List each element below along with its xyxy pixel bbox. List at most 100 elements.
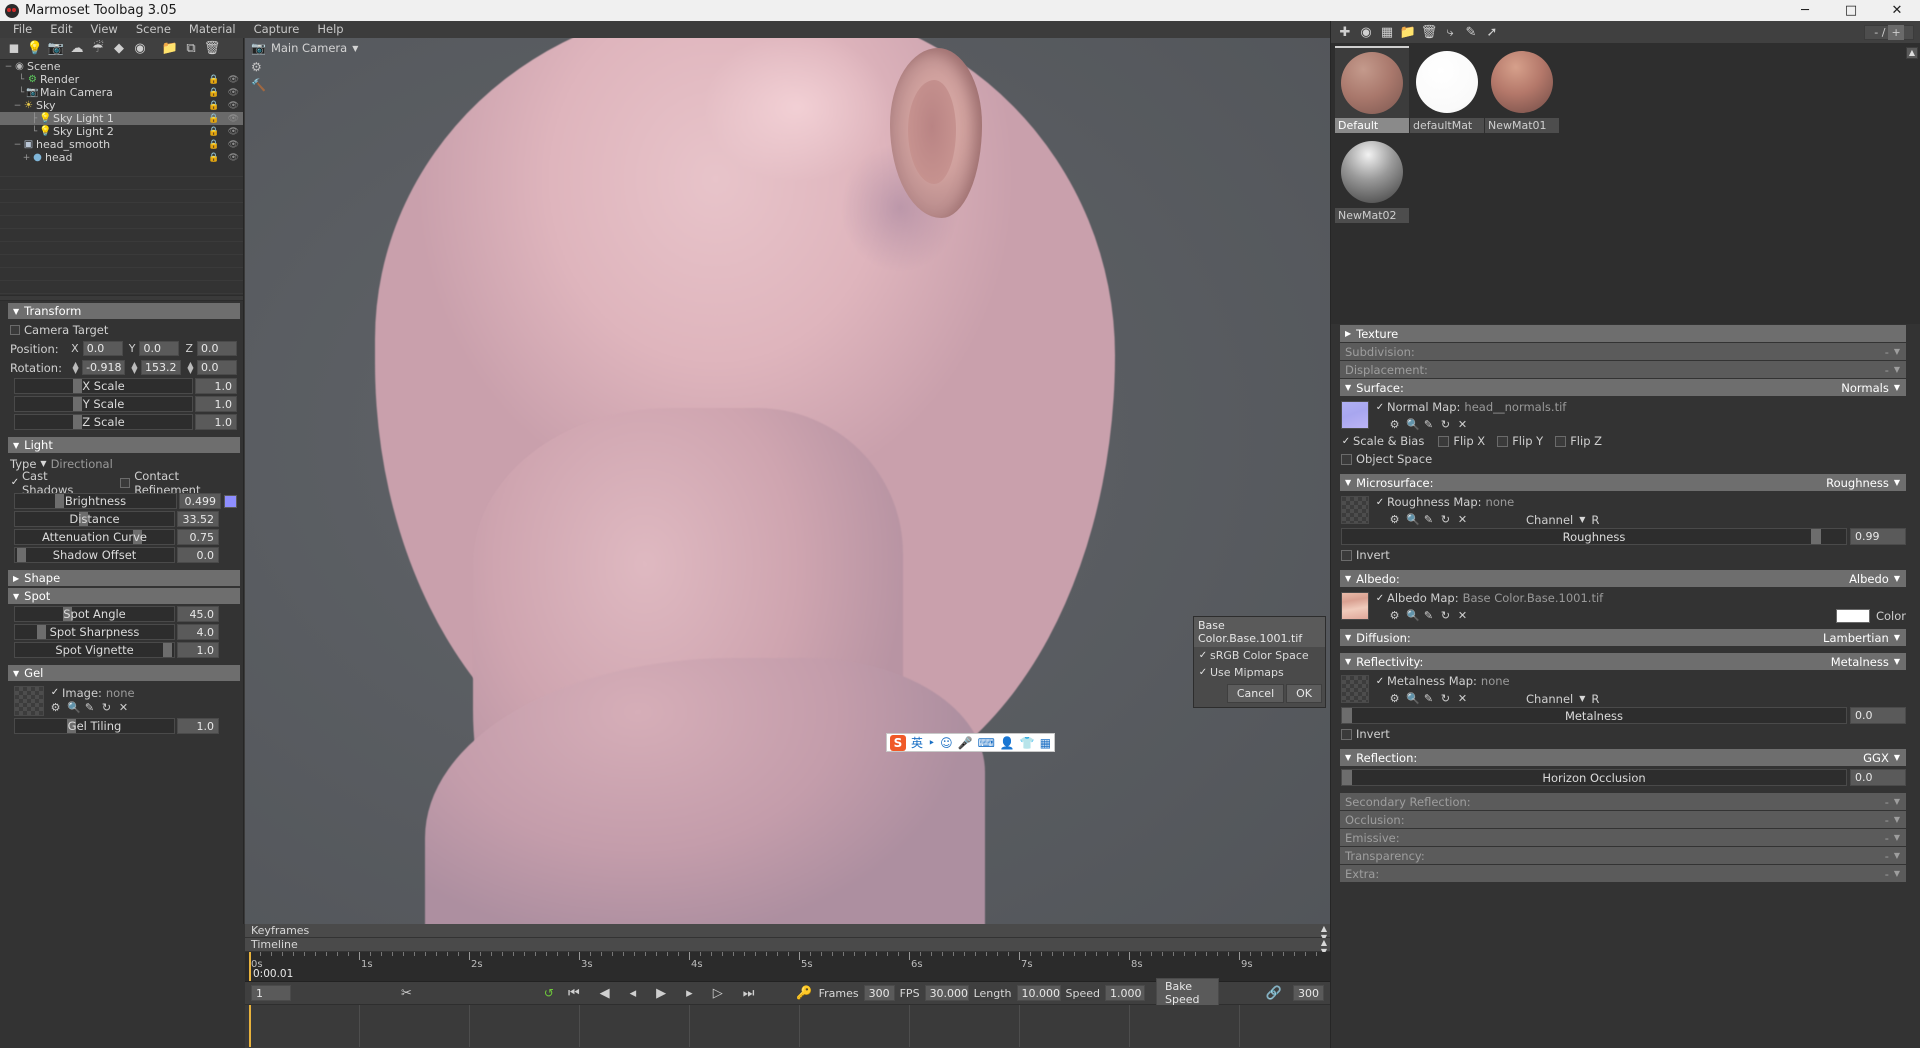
material-cell-newmat02[interactable]: NewMat02 xyxy=(1335,136,1409,226)
scale-z-slider[interactable]: Z Scale xyxy=(14,414,193,430)
track-playhead[interactable] xyxy=(249,1005,251,1047)
ime-toolbar[interactable]: S 英 ‣ ☺ 🎤 ⌨ 👤 👕 ▦ xyxy=(886,733,1056,752)
gel-tiling-value[interactable]: 1.0 xyxy=(177,718,219,734)
albedo-map-checkbox[interactable]: ✓ xyxy=(1375,593,1385,604)
lock-icon[interactable]: 🔒 xyxy=(208,101,219,111)
horizon-occlusion-row[interactable]: Horizon Occlusion 0.0 xyxy=(1341,769,1906,786)
gear-icon[interactable]: ⚙ xyxy=(1389,609,1400,622)
timeline-bar[interactable]: Timeline ▲▼ xyxy=(245,938,1330,956)
spinner-y-icon[interactable]: ▲ ▼ xyxy=(130,360,139,374)
menu-file[interactable]: File xyxy=(4,21,41,38)
section-texture-header[interactable]: ▶ Texture xyxy=(1340,325,1906,342)
eye-icon[interactable]: 👁 xyxy=(228,140,239,150)
attenuation-row[interactable]: Attenuation Curve 0.75 xyxy=(10,529,237,545)
tree-node-sky-light-1[interactable]: ├ 💡 Sky Light 1 🔒 👁 xyxy=(0,112,243,125)
albedo-color-swatch[interactable] xyxy=(1835,608,1870,623)
normal-map-thumbnail[interactable] xyxy=(1341,401,1369,429)
srgb-option-row[interactable]: ✓ sRGB Color Space xyxy=(1194,647,1325,664)
section-microsurface-header[interactable]: ▼ Microsurface: Roughness ▼ xyxy=(1340,474,1906,491)
subdivision-value-group[interactable]: - ▼ xyxy=(1885,345,1900,359)
chevron-down-icon[interactable]: ▼ xyxy=(1894,797,1900,806)
metalness-invert-row[interactable]: Invert xyxy=(1341,726,1906,742)
spot-angle-row[interactable]: Spot Angle 45.0 xyxy=(10,606,237,622)
rotation-y-input[interactable]: 153.2 xyxy=(141,360,181,375)
material-grid-scrollbar[interactable]: ▲ xyxy=(1906,47,1918,59)
reload-icon[interactable]: ↻ xyxy=(1440,692,1451,705)
mesh-icon[interactable]: ◼ xyxy=(4,39,24,59)
gear-icon[interactable]: ⚙ xyxy=(1389,513,1400,526)
step-back-icon[interactable]: ◀ xyxy=(600,986,610,1001)
wrench-icon[interactable]: 🔨 xyxy=(251,78,266,96)
rotation-x-input[interactable]: -0.918 xyxy=(82,360,125,375)
scissors-icon[interactable]: ✂ xyxy=(401,986,412,1001)
fog-icon[interactable]: ☔ xyxy=(88,39,108,59)
surface-value-group[interactable]: Normals ▼ xyxy=(1841,381,1900,395)
transparent-icon[interactable]: ▦ xyxy=(1377,22,1397,42)
attenuation-curve-value[interactable]: 0.75 xyxy=(177,529,219,545)
chevron-down-icon[interactable]: ▼ xyxy=(1579,694,1585,703)
mipmaps-checkbox[interactable]: ✓ xyxy=(1198,667,1208,678)
brightness-slider[interactable]: Brightness xyxy=(14,493,177,509)
object-space-checkbox[interactable] xyxy=(1341,453,1352,465)
pencil-icon[interactable]: ✎ xyxy=(84,701,95,714)
chevron-down-icon[interactable]: ▼ xyxy=(40,459,46,468)
horizon-occlusion-slider[interactable]: Horizon Occlusion xyxy=(1341,769,1847,786)
menu-help[interactable]: Help xyxy=(308,21,352,38)
chevron-down-icon[interactable]: ▼ xyxy=(1894,574,1900,583)
prev-frame-icon[interactable]: ◂ xyxy=(630,986,637,1001)
chevron-down-icon[interactable]: ▼ xyxy=(1894,347,1900,356)
pencil-icon[interactable]: ✎ xyxy=(1423,513,1434,526)
maximize-button[interactable]: □ xyxy=(1828,0,1874,21)
skip-forward-icon[interactable]: ⏭ xyxy=(743,986,755,1001)
distance-row[interactable]: Distance 33.52 xyxy=(10,511,237,527)
shadow-offset-row[interactable]: Shadow Offset 0.0 xyxy=(10,547,237,563)
folder-icon[interactable]: 📁 xyxy=(160,39,180,59)
gear-icon[interactable]: ⚙ xyxy=(251,60,266,78)
section-reflectivity-header[interactable]: ▼ Reflectivity: Metalness ▼ xyxy=(1340,653,1906,670)
roughness-map-checkbox[interactable]: ✓ xyxy=(1375,497,1385,508)
tree-row-toggles[interactable]: 🔒 👁 xyxy=(208,140,239,150)
assign-icon[interactable]: ⤷ xyxy=(1440,22,1460,42)
sogou-logo-icon[interactable]: S xyxy=(890,734,906,751)
section-spot-header[interactable]: ▼ Spot xyxy=(8,588,240,604)
flip-z-checkbox[interactable] xyxy=(1555,435,1567,447)
material-cell-default[interactable]: Default xyxy=(1335,46,1409,136)
shadow-offset-value[interactable]: 0.0 xyxy=(177,547,219,563)
scale-x-value[interactable]: 1.0 xyxy=(195,378,237,394)
gel-tiling-slider[interactable]: Gel Tiling xyxy=(14,718,175,734)
counter-plus-button[interactable]: + xyxy=(1888,24,1904,40)
bake-speed-button[interactable]: Bake Speed xyxy=(1156,978,1219,1008)
eye-icon[interactable]: 👁 xyxy=(228,101,239,111)
tree-node-head[interactable]: + ● head 🔒 👁 xyxy=(0,151,243,164)
shadow-offset-slider[interactable]: Shadow Offset xyxy=(14,547,175,563)
gel-tiling-row[interactable]: Gel Tiling 1.0 xyxy=(10,718,237,734)
spot-angle-slider[interactable]: Spot Angle xyxy=(14,606,175,622)
tree-row-toggles[interactable]: 🔒 👁 xyxy=(208,127,239,137)
metalness-slider-row[interactable]: Metalness 0.0 xyxy=(1341,707,1906,724)
tree-node-head-smooth[interactable]: − ▣ head_smooth 🔒 👁 xyxy=(0,138,243,151)
close-icon[interactable]: ✕ xyxy=(118,701,129,714)
turntable-icon[interactable]: ◉ xyxy=(130,39,150,59)
material-grid[interactable]: Default defaultMat NewMat01 NewMat02 ▲ xyxy=(1331,43,1920,324)
skin-icon[interactable]: 👕 xyxy=(1020,736,1035,750)
viewport-camera-label[interactable]: Main Camera xyxy=(271,41,347,55)
displacement-value-group[interactable]: - ▼ xyxy=(1885,363,1900,377)
material-counter[interactable]: - / + xyxy=(1864,24,1914,40)
minimize-button[interactable]: ─ xyxy=(1782,0,1828,21)
tree-row-toggles[interactable]: 🔒 👁 xyxy=(208,153,239,163)
spot-vignette-row[interactable]: Spot Vignette 1.0 xyxy=(10,642,237,658)
add-icon[interactable]: ✚ xyxy=(1335,22,1355,42)
close-icon[interactable]: ✕ xyxy=(1457,692,1468,705)
keyframes-bar[interactable]: Keyframes ▲▼ xyxy=(245,924,1330,942)
eye-icon[interactable]: 👁 xyxy=(228,88,239,98)
material-cell-defaultmat[interactable]: defaultMat xyxy=(1410,46,1484,136)
search-icon[interactable]: 🔍 xyxy=(67,701,81,714)
camera-icon[interactable]: 📷 xyxy=(46,39,66,59)
reflection-value-group[interactable]: GGX ▼ xyxy=(1863,751,1900,765)
link-icon[interactable]: 🔗 xyxy=(1266,986,1282,1001)
skip-back-icon[interactable]: ⏮ xyxy=(568,986,580,1001)
mipmaps-option-row[interactable]: ✓ Use Mipmaps xyxy=(1194,664,1325,681)
gel-image-thumbnail[interactable] xyxy=(14,686,44,716)
lock-icon[interactable]: 🔒 xyxy=(208,88,219,98)
chevron-down-icon[interactable]: ▼ xyxy=(1894,815,1900,824)
